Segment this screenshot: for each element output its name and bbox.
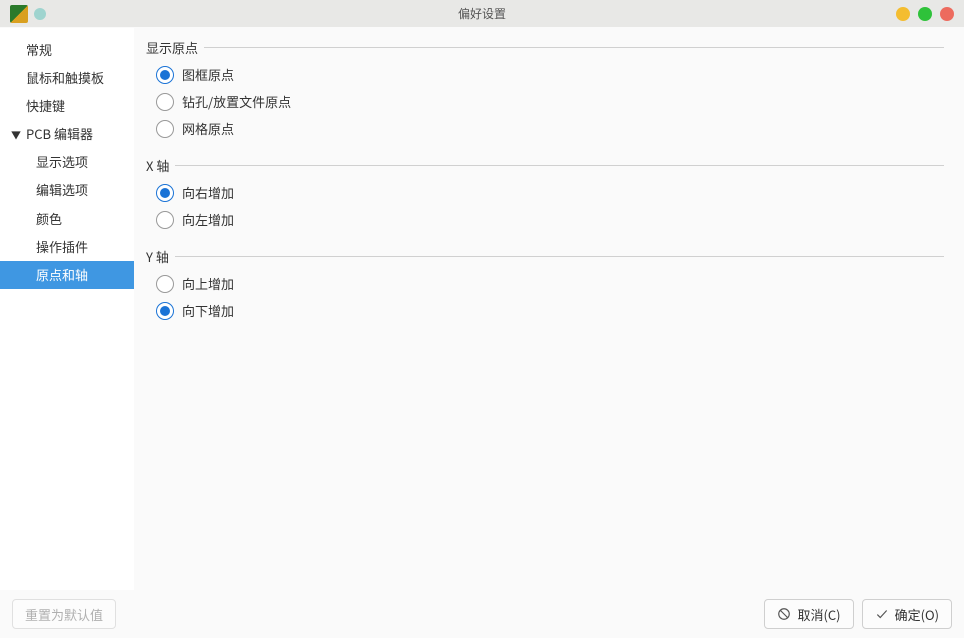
radio-x-increase-left[interactable]: 向左增加 [146, 206, 944, 233]
cancel-icon [777, 607, 791, 621]
radio-icon [156, 211, 174, 229]
sidebar-item-label: 快捷键 [26, 95, 65, 117]
radio-label: 钻孔/放置文件原点 [182, 92, 291, 111]
radio-icon [156, 120, 174, 138]
radio-drill-place-origin[interactable]: 钻孔/放置文件原点 [146, 88, 944, 115]
sidebar: 常规 鼠标和触摸板 快捷键 ▼ PCB 编辑器 显示选项 编辑选项 颜色 操作插… [0, 28, 134, 590]
button-label: 确定(O) [895, 605, 939, 624]
radio-x-increase-right[interactable]: 向右增加 [146, 179, 944, 206]
radio-y-increase-up[interactable]: 向上增加 [146, 270, 944, 297]
reset-defaults-button[interactable]: 重置为默认值 [12, 599, 116, 629]
button-label: 重置为默认值 [25, 605, 103, 624]
titlebar: 偏好设置 [0, 0, 964, 28]
titlebar-left [10, 5, 46, 23]
radio-label: 向右增加 [182, 183, 234, 202]
radio-label: 网格原点 [182, 119, 234, 138]
sidebar-item-action-plugins[interactable]: 操作插件 [0, 233, 134, 261]
sidebar-item-hotkeys[interactable]: 快捷键 [0, 92, 134, 120]
sidebar-item-origin-axes[interactable]: 原点和轴 [0, 261, 134, 289]
main-panel: 显示原点 图框原点 钻孔/放置文件原点 网格原点 X 轴 向右增加 向 [134, 28, 964, 590]
radio-icon [156, 302, 174, 320]
sidebar-item-edit-options[interactable]: 编辑选项 [0, 176, 134, 204]
radio-y-increase-down[interactable]: 向下增加 [146, 297, 944, 324]
sidebar-item-label: 颜色 [36, 208, 62, 230]
group-legend: X 轴 [146, 156, 175, 175]
sidebar-item-label: 操作插件 [36, 236, 88, 258]
radio-icon [156, 93, 174, 111]
sidebar-item-label: 原点和轴 [36, 264, 88, 286]
chevron-down-icon[interactable]: ▼ [10, 126, 22, 143]
content-area: 常规 鼠标和触摸板 快捷键 ▼ PCB 编辑器 显示选项 编辑选项 颜色 操作插… [0, 28, 964, 590]
maximize-icon[interactable] [918, 7, 932, 21]
radio-label: 向左增加 [182, 210, 234, 229]
sidebar-item-label: 显示选项 [36, 151, 88, 173]
group-legend: 显示原点 [146, 38, 204, 57]
menu-dot-icon[interactable] [34, 8, 46, 20]
button-label: 取消(C) [797, 605, 840, 624]
sidebar-item-general[interactable]: 常规 [0, 36, 134, 64]
app-icon [10, 5, 28, 23]
close-icon[interactable] [940, 7, 954, 21]
radio-grid-origin[interactable]: 网格原点 [146, 115, 944, 142]
window-title: 偏好设置 [458, 5, 506, 22]
sidebar-item-label: 常规 [26, 39, 52, 61]
group-x-axis: X 轴 向右增加 向左增加 [146, 156, 944, 233]
radio-icon [156, 275, 174, 293]
sidebar-item-pcb-editor[interactable]: ▼ PCB 编辑器 [0, 120, 134, 148]
footer: 重置为默认值 取消(C) 确定(O) [0, 590, 964, 638]
radio-label: 向上增加 [182, 274, 234, 293]
window-controls [896, 7, 954, 21]
sidebar-item-display-options[interactable]: 显示选项 [0, 148, 134, 176]
radio-label: 向下增加 [182, 301, 234, 320]
sidebar-item-mouse-touchpad[interactable]: 鼠标和触摸板 [0, 64, 134, 92]
radio-page-origin[interactable]: 图框原点 [146, 61, 944, 88]
radio-icon [156, 66, 174, 84]
sidebar-item-label: 编辑选项 [36, 179, 88, 201]
check-icon [875, 607, 889, 621]
cancel-button[interactable]: 取消(C) [764, 599, 853, 629]
group-display-origin: 显示原点 图框原点 钻孔/放置文件原点 网格原点 [146, 38, 944, 142]
sidebar-item-label: PCB 编辑器 [26, 123, 93, 145]
sidebar-item-label: 鼠标和触摸板 [26, 67, 104, 89]
minimize-icon[interactable] [896, 7, 910, 21]
sidebar-item-colors[interactable]: 颜色 [0, 205, 134, 233]
group-y-axis: Y 轴 向上增加 向下增加 [146, 247, 944, 324]
radio-label: 图框原点 [182, 65, 234, 84]
ok-button[interactable]: 确定(O) [862, 599, 952, 629]
group-legend: Y 轴 [146, 247, 175, 266]
radio-icon [156, 184, 174, 202]
